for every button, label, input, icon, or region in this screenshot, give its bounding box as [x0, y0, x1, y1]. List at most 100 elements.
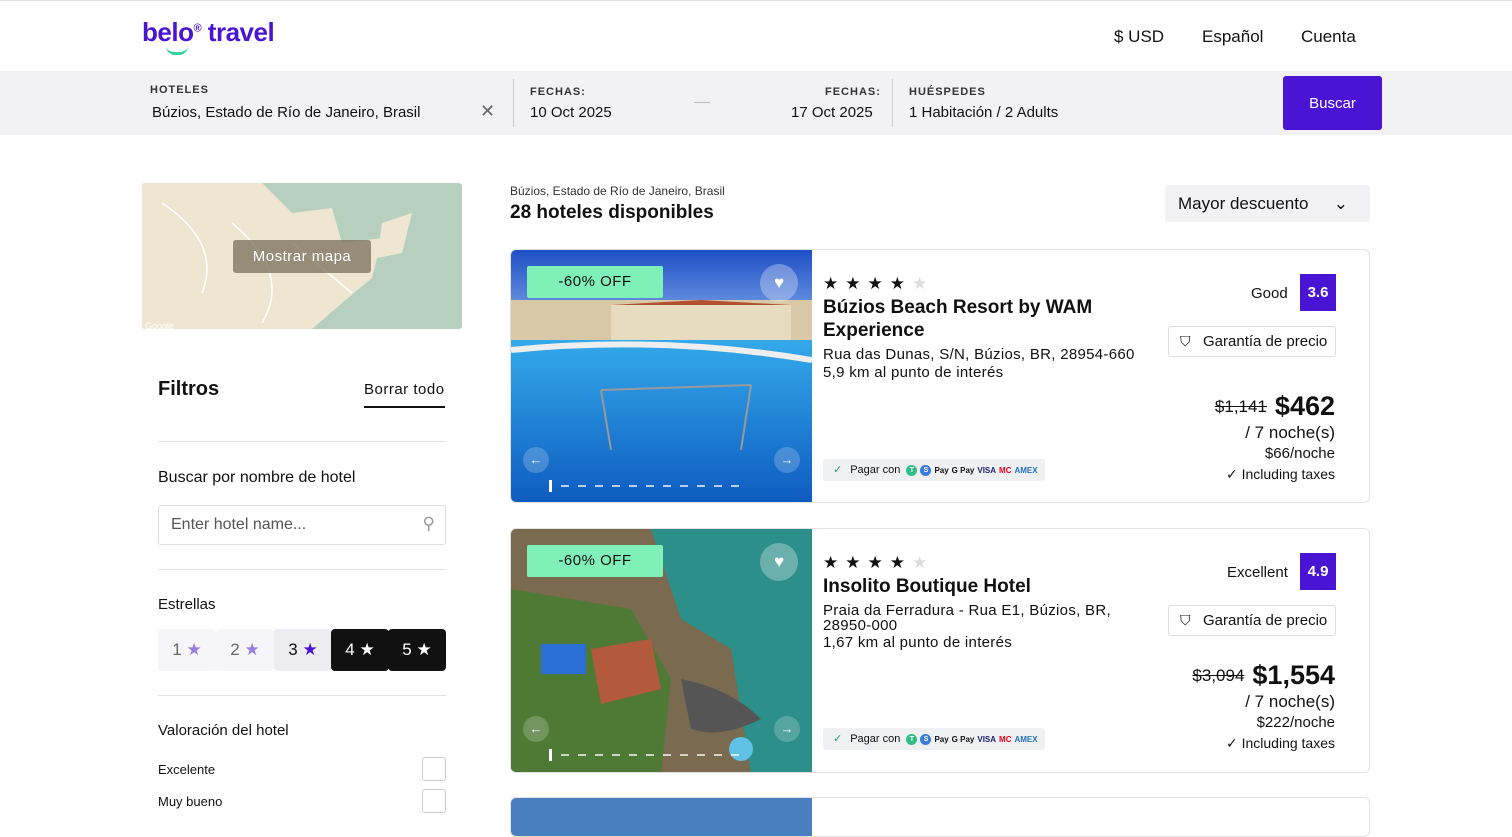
checkout-date[interactable]: 17 Oct 2025 [791, 104, 873, 121]
star-icon: ★ [186, 640, 202, 659]
rating-score: 3.6 [1300, 274, 1336, 311]
nights: / 7 noche(s) [1245, 692, 1335, 711]
rating-option-label: Excelente [158, 762, 216, 777]
hotel-image[interactable] [511, 798, 812, 836]
hotel-card[interactable]: -60% OFF ♥ ← → ★★★★★ Búzios Beach Resort… [510, 249, 1370, 503]
new-price: $462 [1274, 391, 1335, 421]
shield-icon: ⛉ [1180, 333, 1191, 349]
visa-icon: VISA [977, 466, 997, 475]
account-link[interactable]: Cuenta [1301, 27, 1356, 47]
check-icon: ✓ [833, 733, 843, 745]
payment-icon: S [920, 464, 932, 476]
hotels-label: HOTELES [150, 84, 209, 96]
hotel-address: Praia da Ferradura - Rua E1, Búzios, BR,… [823, 602, 1111, 634]
apple-pay-icon: Pay [934, 735, 949, 744]
map-attribution: Google [145, 321, 175, 329]
google-pay-icon: G Pay [951, 466, 975, 475]
amex-icon: AMEX [1014, 466, 1038, 475]
divider [513, 79, 514, 127]
old-price: $1,141 [1214, 397, 1267, 416]
checkin-date[interactable]: 10 Oct 2025 [530, 104, 612, 121]
prev-image-icon[interactable]: ← [523, 716, 549, 742]
discount-badge: -60% OFF [527, 266, 663, 298]
rating-score: 4.9 [1300, 553, 1336, 590]
show-map-button[interactable]: Mostrar mapa [233, 240, 371, 273]
star-icon: ★ [359, 640, 375, 659]
hotel-image[interactable]: -60% OFF ♥ ← → [511, 529, 812, 772]
star-filter-3[interactable]: 3 ★ [274, 629, 332, 671]
rating-word: Good [1251, 285, 1288, 302]
search-button[interactable]: Buscar [1283, 76, 1382, 130]
price-guarantee-badge[interactable]: ⛉ Garantía de precio [1168, 326, 1336, 357]
payment-methods: ✓ Pagar con T S Pay G Pay VISA MC AMEX [823, 459, 1045, 481]
star-filter-5[interactable]: 5 ★ [388, 629, 446, 671]
apple-pay-icon: Pay [934, 466, 949, 475]
hotel-name-field[interactable]: ⚲ [158, 505, 446, 545]
divider [158, 441, 446, 442]
per-night-price: $222/noche [1256, 714, 1335, 731]
results-location: Búzios, Estado de Río de Janeiro, Brasil [510, 184, 725, 198]
price: $1,141 $462 [1215, 391, 1335, 422]
divider [892, 79, 893, 127]
rating-word: Excellent [1227, 564, 1288, 581]
star-filter-2[interactable]: 2 ★ [216, 629, 274, 671]
hotel-name-label: Buscar por nombre de hotel [158, 469, 356, 486]
old-price: $3,094 [1192, 666, 1245, 685]
star-filter-4[interactable]: 4 ★ [331, 629, 389, 671]
map-preview[interactable]: Mostrar mapa Google [142, 183, 462, 329]
search-bar: HOTELES Búzios, Estado de Río de Janeiro… [0, 71, 1512, 135]
rating-checkbox-very-good[interactable] [422, 789, 446, 813]
favorite-heart-icon[interactable]: ♥ [760, 543, 798, 581]
destination-input[interactable]: Búzios, Estado de Río de Janeiro, Brasil [152, 104, 420, 121]
date-dash [694, 102, 710, 103]
next-image-icon[interactable]: → [774, 447, 800, 473]
nights: / 7 noche(s) [1245, 423, 1335, 442]
per-night-price: $66/noche [1264, 445, 1335, 462]
star-filter-1[interactable]: 1 ★ [158, 629, 216, 671]
favorite-heart-icon[interactable]: ♥ [760, 264, 798, 302]
filters-title: Filtros [158, 378, 220, 400]
language-selector[interactable]: Español [1202, 27, 1263, 47]
hotel-name-input[interactable] [159, 506, 399, 544]
hotel-distance: 5,9 km al punto de interés [823, 364, 1004, 381]
price-guarantee-badge[interactable]: ⛉ Garantía de precio [1168, 605, 1336, 636]
divider [158, 569, 446, 570]
search-icon[interactable]: ⚲ [423, 514, 435, 534]
new-price: $1,554 [1252, 660, 1335, 690]
clear-filters-button[interactable]: Borrar todo [364, 381, 445, 408]
divider [158, 695, 446, 696]
hotel-address: Rua das Dunas, S/N, Búzios, BR, 28954-66… [823, 346, 1135, 363]
image-pagination[interactable] [549, 480, 739, 492]
star-icon: ★ [244, 640, 260, 659]
hotel-stars: ★★★★★ [823, 274, 935, 293]
rating-checkbox-excellent[interactable] [422, 757, 446, 781]
hotel-card[interactable] [510, 797, 1370, 837]
guests-selector[interactable]: 1 Habitación / 2 Adults [909, 104, 1058, 121]
hotel-name[interactable]: Insolito Boutique Hotel [823, 575, 1123, 598]
visa-icon: VISA [977, 735, 997, 744]
sort-dropdown[interactable]: Mayor descuento ⌄ [1165, 185, 1370, 222]
hotel-name[interactable]: Búzios Beach Resort by WAM Experience [823, 296, 1123, 342]
brand-logo[interactable]: belo® travel [142, 17, 275, 55]
prev-image-icon[interactable]: ← [523, 447, 549, 473]
payment-icon: S [920, 733, 932, 745]
stars-label: Estrellas [158, 596, 216, 613]
discount-badge: -60% OFF [527, 545, 663, 577]
hotel-rating-label: Valoración del hotel [158, 722, 289, 739]
currency-selector[interactable]: $ USD [1114, 27, 1164, 47]
google-pay-icon: G Pay [951, 735, 975, 744]
hotel-card[interactable]: -60% OFF ♥ ← → ★★★★★ Insolito Boutique H… [510, 528, 1370, 773]
hotel-image[interactable]: -60% OFF ♥ ← → [511, 250, 812, 502]
clear-destination-icon[interactable]: ✕ [480, 101, 495, 122]
hotel-stars: ★★★★★ [823, 553, 935, 572]
next-image-icon[interactable]: → [774, 716, 800, 742]
mastercard-icon: MC [999, 466, 1012, 475]
payment-methods: ✓ Pagar con T S Pay G Pay VISA MC AMEX [823, 728, 1045, 750]
star-icon: ★ [416, 640, 432, 659]
taxes-note: ✓ Including taxes [1225, 466, 1335, 482]
mastercard-icon: MC [999, 735, 1012, 744]
price: $3,094 $1,554 [1192, 660, 1335, 691]
check-icon: ✓ [833, 464, 843, 476]
star-icon: ★ [302, 640, 318, 659]
image-pagination[interactable] [549, 749, 739, 761]
